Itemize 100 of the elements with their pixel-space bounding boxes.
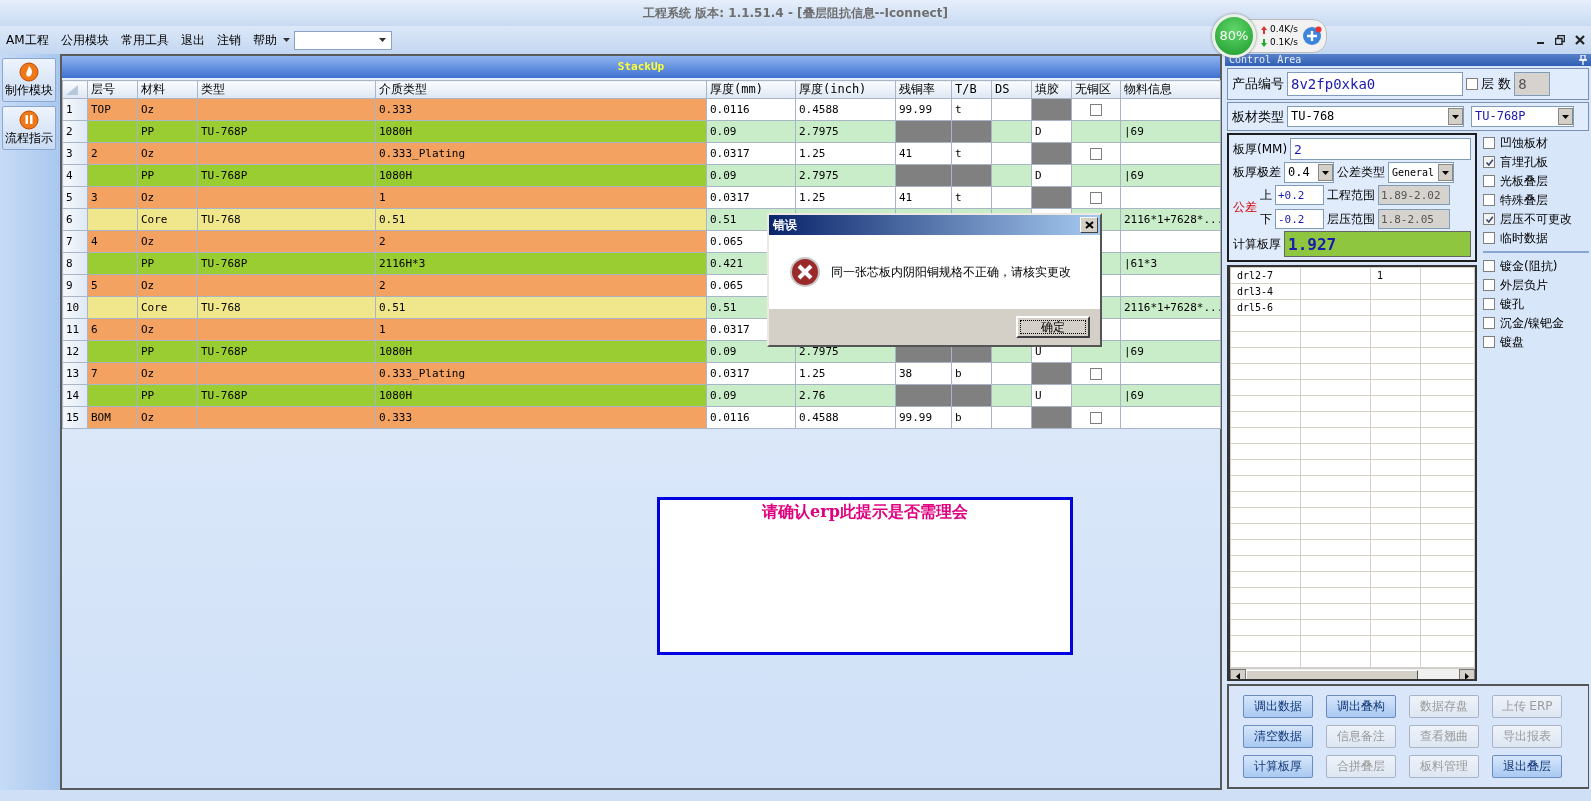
menu-item[interactable]: AM工程 [0,32,55,48]
table-cell: 1 [375,186,707,209]
action-button[interactable]: 清空数据 [1243,725,1313,748]
table-cell: 1080H [375,384,707,407]
column-header[interactable]: 材料 [137,80,198,99]
table-cell: TU-768P [197,164,376,187]
checkbox-label: 盲埋孔板 [1500,154,1548,170]
dropdown[interactable]: General [1388,162,1454,183]
checkbox[interactable] [1483,213,1495,225]
dropdown[interactable]: TU-768P [1471,106,1574,127]
column-header[interactable]: 无铜区 [1071,80,1121,99]
checkbox-label: 外层负片 [1500,277,1548,293]
menu-item[interactable]: 注销 [210,32,247,48]
table-cell: 1080H [375,340,707,363]
checkbox[interactable] [1090,411,1102,424]
menu-item[interactable]: 公用模块 [54,32,115,48]
note-text: 请确认erp此提示是否需理会 [762,502,968,522]
table-cell: 2 [375,230,707,253]
checkbox[interactable] [1090,367,1102,380]
checkbox-label: 镀孔 [1500,296,1524,312]
table-cell: TU-768 [197,296,376,319]
row-number: 15 [62,406,88,429]
caret-icon [378,38,386,42]
table-cell: 0.51 [375,296,707,319]
checkbox[interactable] [1090,191,1102,204]
row-number: 1 [62,98,88,121]
checkbox[interactable] [1483,260,1495,272]
row-number: 6 [62,208,88,231]
checkbox[interactable] [1483,156,1495,168]
column-header[interactable]: 厚度(inch) [795,80,896,99]
caret-icon [1448,108,1463,125]
table-cell: 0.333 [375,406,707,429]
checkbox-label: 临时数据 [1500,230,1548,246]
checkbox[interactable] [1090,147,1102,160]
column-header[interactable]: T/B [951,80,992,99]
action-button[interactable]: 计算板厚 [1243,755,1313,778]
row-number: 10 [62,296,88,319]
plus-icon[interactable] [1301,26,1322,46]
row-number: 4 [62,164,88,187]
row-number: 5 [62,186,88,209]
action-button[interactable]: 调出数据 [1243,695,1313,718]
up-arrow-icon [1261,25,1267,34]
action-button[interactable]: 退出叠层 [1492,755,1562,778]
caret-icon[interactable] [282,38,290,42]
checkbox[interactable] [1483,232,1495,244]
checkbox-label: 层压不可更改 [1500,211,1572,227]
table-cell: TU-768 [197,208,376,231]
column-header[interactable]: 层号 [87,80,138,99]
checkmark-icon [1484,214,1494,224]
table-cell: TU-768P [197,340,376,363]
close-button[interactable] [1080,217,1098,233]
field-label: 层 数 [1481,76,1512,92]
ok-button[interactable]: 确定 [1016,316,1090,338]
sidebar-button[interactable]: 制作模块 [2,58,56,102]
caret-icon [1318,164,1333,181]
input-field[interactable]: 8v2fp0xka0 [1287,72,1463,96]
column-header[interactable]: 类型 [197,80,376,99]
input-field[interactable]: -0.2 [1275,209,1324,229]
table-cell: TU-768P [197,384,376,407]
checkbox[interactable] [1483,298,1495,310]
checkbox[interactable] [1483,194,1495,206]
column-header[interactable]: DS [991,80,1032,99]
input-field[interactable]: 2 [1290,138,1471,160]
column-header[interactable]: 厚度(mm) [706,80,796,99]
checkbox[interactable] [1483,336,1495,348]
input-field[interactable]: 1.927 [1284,231,1471,257]
row-number: 2 [62,120,88,143]
sidebar-button[interactable]: 流程指示 [2,106,56,150]
dropdown[interactable]: 0.4 [1284,162,1334,183]
menu-item[interactable]: 常用工具 [114,32,175,48]
checkbox[interactable] [1483,137,1495,149]
column-header[interactable]: 残铜率 [895,80,952,99]
download-speed: 0.1K/s [1270,36,1298,49]
field-label: 层压范围 [1327,211,1375,227]
checkbox[interactable] [1483,317,1495,329]
checkbox[interactable] [1483,279,1495,291]
dropdown[interactable]: TU-768 [1287,106,1464,127]
table-cell: 0.51 [375,208,707,231]
close-icon [1084,221,1094,229]
menu-item[interactable]: 帮助 [246,32,283,48]
caret-icon [1438,164,1453,181]
column-header[interactable]: 物料信息 [1120,80,1221,99]
table-cell: 1 [1370,267,1421,284]
field-label: 上 [1260,187,1272,203]
menu-item[interactable]: 退出 [174,32,211,48]
down-arrow-icon [1261,38,1267,47]
dialog-title: 错误 [773,217,797,233]
action-button[interactable]: 调出叠构 [1326,695,1396,718]
input-field[interactable]: +0.2 [1275,185,1324,205]
checkbox-label: 光板叠层 [1500,173,1548,189]
table-cell: 2116H*3 [375,252,707,275]
row-number: 7 [62,230,88,253]
column-header[interactable]: 填胶 [1031,80,1072,99]
checkbox[interactable] [1483,175,1495,187]
checkbox[interactable] [1090,103,1102,116]
column-header[interactable]: 介质类型 [375,80,707,99]
pin-icon[interactable] [1579,55,1587,65]
close-icon[interactable] [1575,35,1585,45]
table-cell: drl5-6 [1230,299,1301,316]
restore-icon[interactable] [1555,35,1565,45]
